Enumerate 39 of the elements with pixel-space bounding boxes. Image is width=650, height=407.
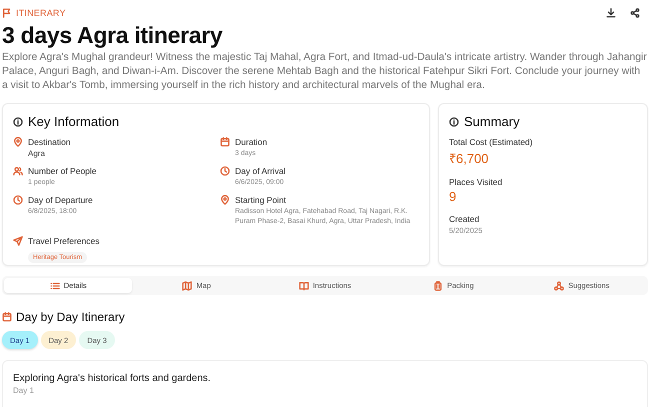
day-subtitle: Day 1	[13, 386, 35, 395]
section-title: Day by Day Itinerary	[16, 310, 125, 324]
nodes-icon	[554, 280, 564, 290]
description: Explore Agra's Mughal grandeur! Witness the majestic Taj Mahal, Agra Fort, and Itmad-ud-Daula's intricate artistry. Wander through Jahangir Palace, Anguri Bagh, and Diwan-i-Am. Discover the serene Mehtab Bagh and the historical Fatehpur Sikri Fort. Conclude your journey with a visit to Akbar's Tomb, immersing yourself in the rich history and architectural marvels of the Mughal era.	[2, 51, 648, 93]
summary-value: 9	[449, 189, 458, 204]
people-icon	[13, 166, 23, 176]
eyebrow-label: ITINERARY	[16, 8, 66, 18]
clock-icon	[13, 195, 23, 205]
info-icon	[449, 116, 459, 126]
card-title: Key Information	[28, 114, 120, 129]
card-title: Summary	[464, 114, 520, 129]
calendar-icon	[2, 312, 12, 322]
map-pin-icon	[13, 137, 23, 147]
map-icon	[182, 280, 192, 290]
field-label: Day of Arrival	[235, 166, 286, 176]
info-icon	[13, 116, 23, 126]
day-title: Exploring Agra's historical forts and gardens.	[13, 373, 212, 384]
summary-value: ₹6,700	[449, 150, 490, 167]
bag-icon	[433, 280, 444, 290]
field-label: Travel Preferences	[28, 236, 100, 246]
field-label: Duration	[235, 137, 268, 147]
map-pin-icon	[220, 195, 230, 205]
list-icon	[50, 280, 60, 290]
summary-label: Places Visited	[449, 177, 504, 187]
send-icon	[13, 236, 23, 246]
field-value: Agra	[28, 149, 46, 159]
field-label: Number of People	[28, 166, 97, 176]
download-icon[interactable]	[606, 8, 616, 18]
field-label: Day of Departure	[28, 195, 93, 205]
calendar-icon	[220, 137, 230, 147]
page-title: 3 days Agra itinerary	[2, 22, 224, 49]
flag-icon	[2, 8, 12, 18]
share-icon[interactable]	[630, 8, 640, 18]
book-icon	[298, 280, 309, 290]
field-label: Destination	[28, 137, 71, 147]
field-label: Starting Point	[235, 195, 288, 205]
summary-label: Total Cost (Estimated)	[449, 137, 534, 147]
clock-icon	[220, 166, 230, 176]
summary-label: Created	[449, 214, 480, 224]
